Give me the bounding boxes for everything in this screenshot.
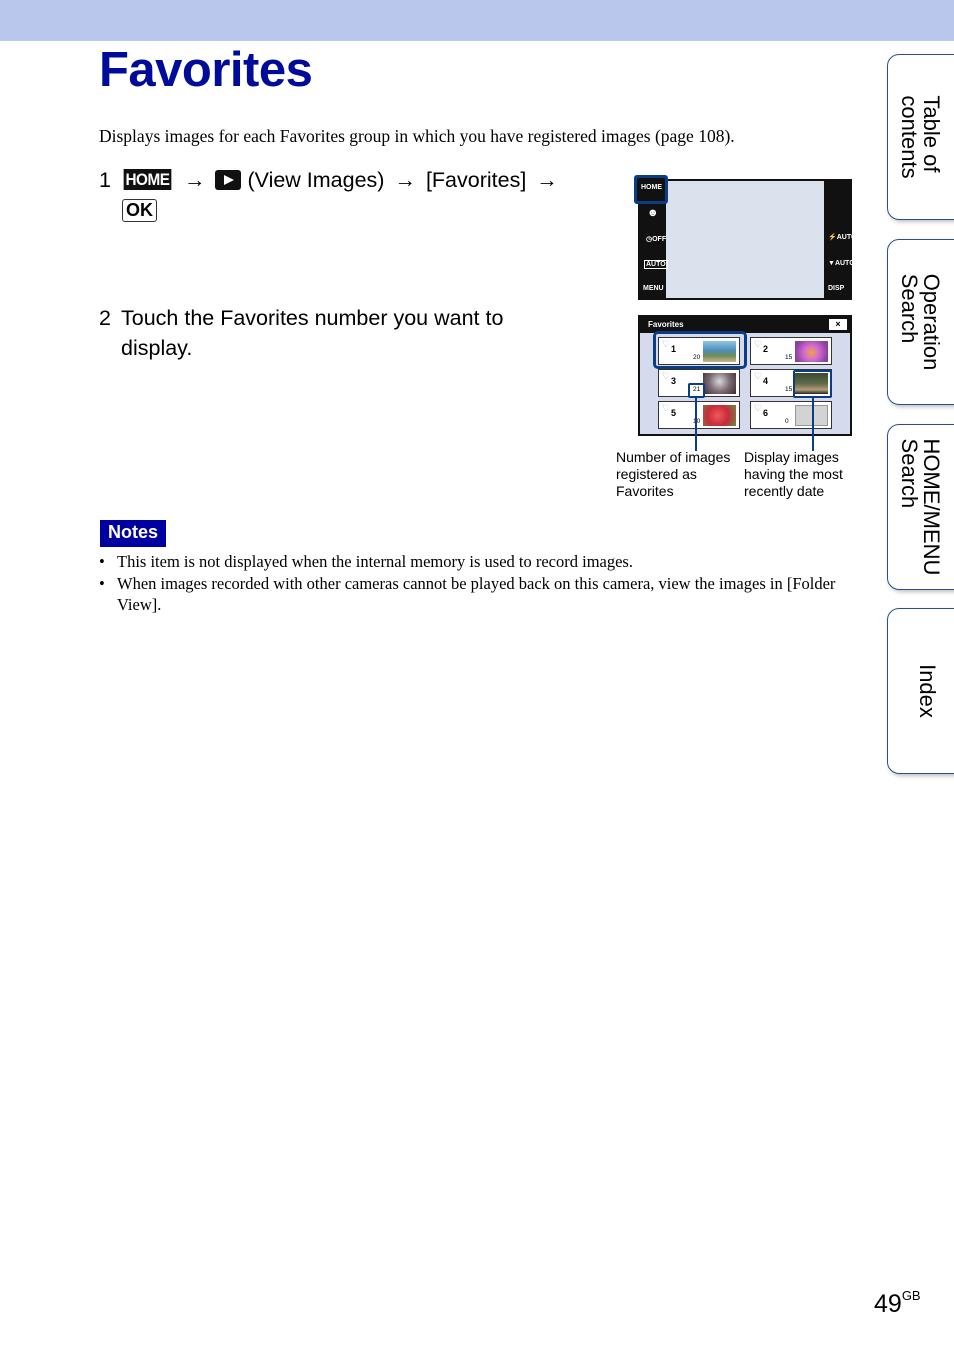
step-2-text: Touch the Favorites number you want to d…	[121, 303, 503, 363]
view-images-label: (View Images)	[247, 168, 385, 192]
note-item: This item is not displayed when the inte…	[99, 551, 839, 573]
tab-label: Operation Search	[897, 273, 944, 371]
self-timer-off-icon: ◷OFF	[646, 236, 667, 243]
step-2-line-1: Touch the Favorites number you want to	[121, 306, 504, 330]
lcd-preview	[666, 181, 824, 298]
favorites-screen-title: Favorites	[648, 320, 684, 329]
group-number: 3	[671, 376, 677, 386]
favorites-group-5: ♡ 5 10	[658, 401, 740, 429]
group-number: 6	[763, 408, 769, 418]
flash-auto-icon: ⚡AUTO	[828, 234, 857, 241]
header-band	[0, 0, 954, 41]
tab-label: Table of contents	[897, 95, 944, 179]
thumbnail-tree	[703, 373, 736, 394]
arrow-icon: →	[536, 168, 558, 192]
favorites-group-6: ♡ 6 0	[750, 401, 832, 429]
thumbnail-red-flower	[703, 405, 736, 426]
tab-home-menu-search[interactable]: HOME/MENU Search	[887, 424, 954, 590]
close-icon: ×	[829, 319, 847, 330]
favorites-label: [Favorites]	[425, 168, 527, 192]
home-button-icon: HOME	[123, 169, 172, 190]
tab-table-of-contents[interactable]: Table of contents	[887, 54, 954, 220]
notes-list: This item is not displayed when the inte…	[99, 551, 839, 616]
heart-icon: ♡	[754, 339, 763, 349]
ok-button-icon: OK	[122, 199, 157, 222]
step-2-line-2: display.	[121, 336, 193, 360]
menu-icon: MENU	[643, 285, 664, 292]
tab-operation-search[interactable]: Operation Search	[887, 239, 954, 405]
callout-count: Number of images registered as Favorites	[616, 449, 730, 500]
group-count: 15	[785, 386, 793, 393]
callout-thumbnail-line: Display images	[744, 449, 839, 465]
intro-text: Displays images for each Favorites group…	[99, 126, 735, 146]
iso-auto-icon: ▼AUTO	[828, 260, 855, 267]
tab-index[interactable]: Index	[887, 608, 954, 774]
step-1-text: HOME → (View Images) → [Favorites] →	[121, 165, 562, 195]
heart-icon: ♡	[662, 371, 671, 381]
group-count: 0	[785, 418, 789, 425]
favorites-group-2: ♡ 2 15	[750, 337, 832, 365]
thumbnail-flower	[795, 341, 828, 362]
notes-badge: Notes	[100, 520, 166, 547]
scene-auto-icon: AUTO	[644, 260, 668, 269]
callout-thumbnail-line: having the most	[744, 466, 843, 482]
callout-line-left	[695, 398, 697, 451]
count-highlight	[688, 383, 705, 398]
arrow-icon: →	[183, 168, 206, 192]
callout-count-line: Favorites	[616, 483, 674, 499]
callout-thumbnail: Display images having the most recently …	[744, 449, 843, 500]
step-number: 2	[99, 306, 111, 330]
heart-icon: ♡	[754, 371, 763, 381]
group-count: 15	[785, 354, 793, 361]
heart-icon: ♡	[662, 403, 671, 413]
camera-screen-shooting: ☻ ◷OFF AUTO MENU ⚡AUTO ▼AUTO DISP	[638, 179, 856, 300]
group-number: 2	[763, 344, 769, 354]
home-icon-highlight: HOME	[634, 175, 668, 204]
play-icon	[215, 170, 242, 190]
home-icon: HOME	[641, 184, 662, 191]
callout-line-right	[812, 398, 814, 451]
step-number: 1	[99, 168, 111, 192]
heart-icon: ♡	[754, 403, 763, 413]
tab-label: HOME/MENU Search	[897, 438, 944, 576]
callout-count-line: registered as	[616, 466, 697, 482]
page-number: 49GB	[874, 1288, 921, 1318]
tab-label: Index	[915, 664, 940, 718]
callout-count-line: Number of images	[616, 449, 731, 465]
note-item: When images recorded with other cameras …	[99, 573, 839, 616]
disp-icon: DISP	[828, 285, 845, 292]
group-1-highlight	[653, 331, 747, 369]
group-number: 4	[763, 376, 769, 386]
arrow-icon: →	[394, 168, 416, 192]
group-number: 5	[671, 408, 677, 418]
thumbnail-highlight	[793, 370, 832, 398]
face-detection-icon: ☻	[647, 207, 659, 219]
callout-thumbnail-line: recently date	[744, 483, 825, 499]
page-title: Favorites	[99, 43, 313, 97]
